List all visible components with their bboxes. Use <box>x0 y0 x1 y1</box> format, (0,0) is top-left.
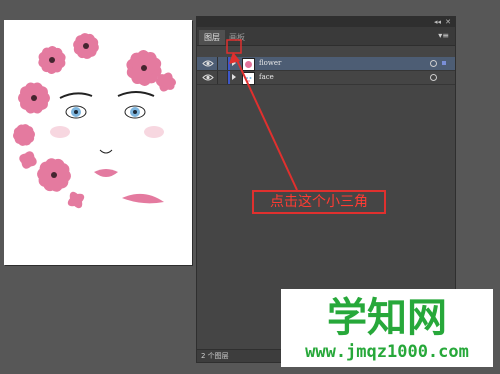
watermark: 学知网 www.jmqz1000.com <box>281 289 493 367</box>
watermark-title: 学知网 <box>327 295 447 341</box>
annotation-callout: 点击这个小三角 <box>252 190 386 214</box>
watermark-url: www.jmqz1000.com <box>305 342 469 362</box>
